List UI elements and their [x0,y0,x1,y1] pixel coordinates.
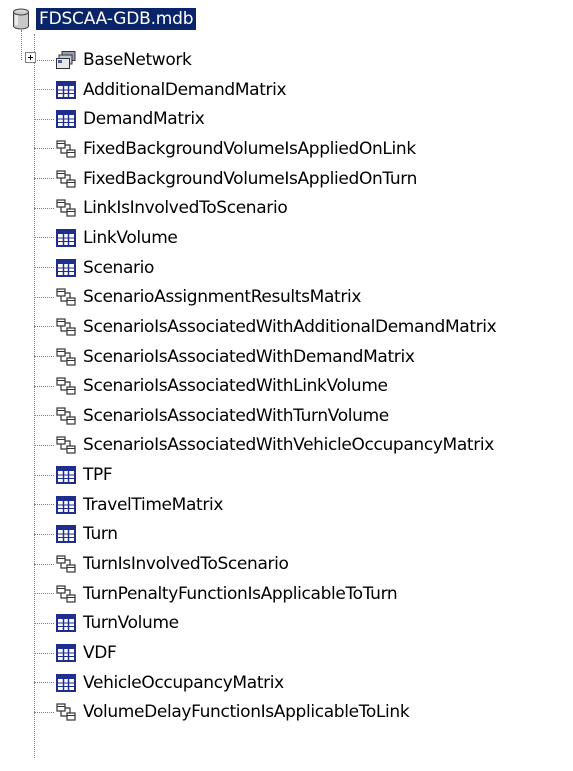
tree-item-label: ScenarioAssignmentResultsMatrix [83,287,362,308]
tree-connector-line [34,326,54,328]
table-icon [56,228,76,247]
tree-item[interactable]: TurnIsInvolvedToScenario [34,551,289,577]
expand-plus-icon[interactable] [25,52,36,63]
relationship-class-icon [56,318,76,336]
tree-connector-line [34,415,54,417]
tree-connector-line [34,563,54,565]
tree-item[interactable]: ScenarioAssignmentResultsMatrix [34,284,361,310]
tree-item-label: ScenarioIsAssociatedWithTurnVolume [83,405,389,426]
table-icon [56,525,76,544]
catalog-tree: FDSCAA-GDB.mdb BaseNetwork AdditionalDema… [0,0,573,771]
tree-connector-line [34,533,54,535]
tree-connector-line [34,267,54,269]
relationship-class-icon [56,407,76,425]
relationship-class-icon [56,199,76,217]
relationship-class-icon [56,703,76,721]
tree-item[interactable]: TurnPenaltyFunctionIsApplicableToTurn [34,581,398,607]
tree-connector-line [34,59,54,61]
tree-connector-line [34,148,54,150]
tree-item-label: TurnIsInvolvedToScenario [83,554,289,575]
database-icon [12,8,30,30]
tree-connector-line [34,356,54,357]
tree-connector-line [21,30,22,60]
tree-item[interactable]: VolumeDelayFunctionIsApplicableToLink [34,699,410,725]
tree-connector-line [34,207,54,209]
feature-dataset-icon [56,51,76,69]
tree-item-label: VDF [83,643,117,663]
relationship-class-icon [56,436,76,455]
tree-item[interactable]: TurnVolume [34,610,179,636]
table-icon [56,495,76,514]
tree-connector-line [34,652,54,654]
tree-item-label: FixedBackgroundVolumeIsAppliedOnLink [83,138,416,159]
tree-item-label: FixedBackgroundVolumeIsAppliedOnTurn [83,168,418,189]
tree-item-label: Scenario [83,257,155,278]
tree-item-label: BaseNetwork [83,50,192,70]
relationship-class-icon [56,288,76,306]
relationship-class-icon [56,140,76,158]
tree-item-label: DemandMatrix [83,109,205,130]
table-icon [56,258,76,277]
table-icon [56,614,76,633]
tree-item[interactable]: VDF [34,640,117,666]
tree-item[interactable]: ScenarioIsAssociatedWithDemandMatrix [34,344,415,370]
tree-item[interactable]: DemandMatrix [34,106,205,132]
table-icon [56,466,76,485]
table-icon [56,673,76,692]
relationship-class-icon [56,377,76,395]
tree-item-label: VehicleOccupancyMatrix [83,672,284,693]
tree-item[interactable]: TravelTimeMatrix [34,492,223,518]
tree-connector-line [34,296,54,298]
tree-item[interactable]: ScenarioIsAssociatedWithAdditionalDemand… [34,314,497,340]
tree-item-label: ScenarioIsAssociatedWithAdditionalDemand… [83,316,497,337]
tree-item[interactable]: LinkVolume [34,225,178,251]
tree-connector-line [34,504,54,506]
tree-connector-line [34,593,54,595]
tree-item[interactable]: BaseNetwork [34,47,192,73]
tree-item[interactable]: TPF [34,462,113,488]
relationship-class-icon [56,347,76,366]
tree-item[interactable]: VehicleOccupancyMatrix [34,670,284,696]
tree-item[interactable]: LinkIsInvolvedToScenario [34,195,288,221]
tree-item-label: Turn [83,524,118,545]
tree-item[interactable]: ScenarioIsAssociatedWithLinkVolume [34,373,388,399]
tree-item[interactable]: Turn [34,521,118,547]
tree-connector-line [34,622,54,624]
tree-item-label: TPF [83,465,113,486]
tree-root-geodatabase[interactable]: FDSCAA-GDB.mdb [12,6,197,32]
tree-item-label: LinkVolume [83,227,178,248]
tree-item[interactable]: Scenario [34,255,154,281]
tree-connector-line [34,444,54,446]
tree-connector-line [34,385,54,387]
tree-item[interactable]: FixedBackgroundVolumeIsAppliedOnTurn [34,166,417,192]
relationship-class-icon [56,555,76,573]
table-icon [56,80,76,99]
tree-item-label: LinkIsInvolvedToScenario [83,198,288,219]
tree-item[interactable]: ScenarioIsAssociatedWithVehicleOccupancy… [34,432,494,458]
table-icon [56,644,76,662]
tree-item-label: ScenarioIsAssociatedWithLinkVolume [83,376,388,397]
relationship-class-icon [56,585,76,603]
tree-item-label: TurnPenaltyFunctionIsApplicableToTurn [83,583,398,604]
tree-item[interactable]: ScenarioIsAssociatedWithTurnVolume [34,403,389,429]
table-icon [56,110,76,129]
tree-item[interactable]: AdditionalDemandMatrix [34,77,287,103]
tree-item[interactable]: FixedBackgroundVolumeIsAppliedOnLink [34,136,416,162]
tree-item-label: TurnVolume [83,613,179,634]
tree-item-label: VolumeDelayFunctionIsApplicableToLink [83,702,410,723]
tree-item-label: AdditionalDemandMatrix [83,79,287,100]
tree-connector-line [34,474,54,476]
tree-connector-line [34,89,54,91]
tree-item-label: ScenarioIsAssociatedWithVehicleOccupancy… [83,435,494,456]
tree-connector-line [34,118,54,120]
tree-connector-line [34,682,54,684]
tree-item-label: ScenarioIsAssociatedWithDemandMatrix [83,346,415,367]
tree-item-label: TravelTimeMatrix [83,494,224,515]
tree-connector-line [34,711,54,713]
tree-root-label[interactable]: FDSCAA-GDB.mdb [36,8,197,30]
tree-connector-line [34,178,54,180]
tree-connector-line [34,237,54,239]
relationship-class-icon [56,169,76,188]
